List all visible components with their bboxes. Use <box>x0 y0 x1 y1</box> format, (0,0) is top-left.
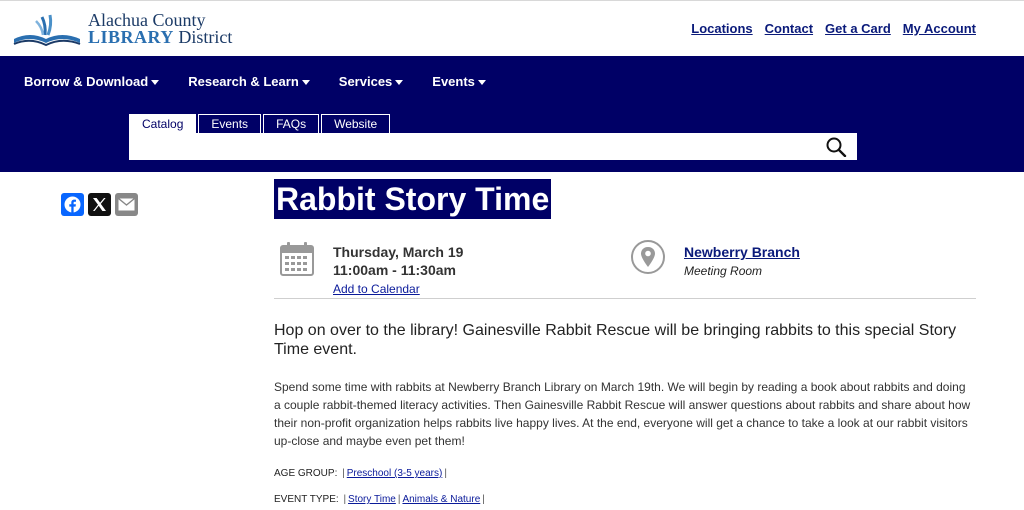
facebook-icon <box>64 196 81 213</box>
share-buttons <box>61 193 138 216</box>
chevron-down-icon <box>151 79 160 85</box>
branch-link[interactable]: Newberry Branch <box>684 243 800 261</box>
nav-services[interactable]: Services <box>339 74 404 89</box>
separator: | <box>342 468 345 479</box>
separator: | <box>343 494 347 505</box>
search-input[interactable] <box>129 133 809 160</box>
event-time: 11:00am - 11:30am <box>333 262 456 278</box>
map-pin-icon <box>631 240 665 274</box>
tab-faqs[interactable]: FAQs <box>263 114 320 133</box>
contact-link[interactable]: Contact <box>765 21 813 36</box>
nav-borrow-download[interactable]: Borrow & Download <box>24 74 160 89</box>
search-tabs: Catalog Events FAQs Website <box>129 114 391 133</box>
chevron-down-icon <box>301 79 310 85</box>
my-account-link[interactable]: My Account <box>903 21 976 36</box>
open-book-logo-icon <box>13 14 81 47</box>
search-icon[interactable] <box>825 137 847 157</box>
divider <box>274 298 976 299</box>
separator: | <box>397 494 401 505</box>
tab-events[interactable]: Events <box>198 114 262 133</box>
event-lead: Hop on over to the library! Gainesville … <box>274 322 957 358</box>
separator: | <box>444 468 447 479</box>
event-type-row: EVENT TYPE: | Story Time | Animals & Nature… <box>274 494 487 505</box>
main-navbar: Borrow & Download Research & Learn Servi… <box>0 56 1024 172</box>
separator: | <box>482 494 485 505</box>
nav-research-learn[interactable]: Research & Learn <box>188 74 310 89</box>
facebook-share-button[interactable] <box>61 193 84 216</box>
site-header: Alachua County LIBRARY District Location… <box>0 0 1024 56</box>
email-icon <box>118 198 135 211</box>
calendar-icon <box>280 242 314 276</box>
event-title: Rabbit Story Time <box>274 179 552 219</box>
main-nav: Borrow & Download Research & Learn Servi… <box>24 74 515 89</box>
email-share-button[interactable] <box>115 193 138 216</box>
tab-catalog[interactable]: Catalog <box>129 114 197 133</box>
get-a-card-link[interactable]: Get a Card <box>825 21 891 36</box>
event-type-label: EVENT TYPE: <box>274 494 339 505</box>
logo-line2: LIBRARY District <box>88 27 233 47</box>
event-description: Spend some time with rabbits at Newberry… <box>274 380 971 448</box>
nav-label: Research & Learn <box>188 74 299 89</box>
age-group-row: AGE GROUP: | Preschool (3-5 years) | <box>274 468 449 479</box>
tab-website[interactable]: Website <box>321 114 391 133</box>
nav-label: Borrow & Download <box>24 74 149 89</box>
logo-district: District <box>173 27 233 47</box>
search-bar <box>129 133 857 160</box>
age-group-label: AGE GROUP: <box>274 468 338 479</box>
x-share-button[interactable] <box>88 193 111 216</box>
nav-label: Services <box>338 74 393 89</box>
event-date: Thursday, March 19 <box>333 244 464 260</box>
locations-link[interactable]: Locations <box>691 21 752 36</box>
logo-library: LIBRARY <box>88 27 174 47</box>
nav-events[interactable]: Events <box>432 74 486 89</box>
nav-label: Events <box>432 74 475 89</box>
event-date-time: Thursday, March 19 11:00am - 11:30am Add… <box>333 243 463 298</box>
library-logo[interactable]: Alachua County LIBRARY District <box>12 11 242 51</box>
event-location: Newberry Branch Meeting Room <box>684 243 800 278</box>
room-name: Meeting Room <box>684 264 763 278</box>
add-to-calendar-link[interactable]: Add to Calendar <box>333 280 463 298</box>
age-group-link[interactable]: Preschool (3-5 years) <box>347 468 443 479</box>
chevron-down-icon <box>395 79 404 85</box>
chevron-down-icon <box>477 79 486 85</box>
utility-links: Locations Contact Get a Card My Account <box>691 21 976 36</box>
x-icon <box>93 198 106 211</box>
event-type-story-time-link[interactable]: Story Time <box>348 494 396 505</box>
event-type-animals-nature-link[interactable]: Animals & Nature <box>402 494 480 505</box>
